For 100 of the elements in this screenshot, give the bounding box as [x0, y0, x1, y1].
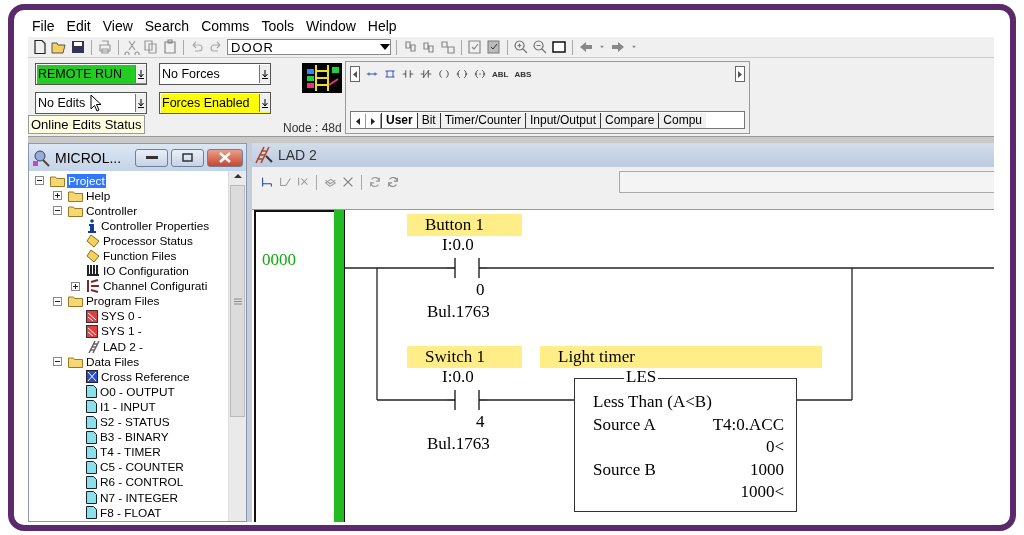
address-label: I:0.0	[442, 235, 474, 255]
bit-label: 4	[476, 412, 485, 432]
back-arrow-icon[interactable]	[578, 39, 594, 55]
address-field[interactable]	[619, 171, 994, 193]
forward-arrow-icon[interactable]	[610, 39, 626, 55]
tree-item[interactable]: R6 - CONTROL	[99, 475, 185, 490]
save-icon[interactable]	[70, 39, 86, 55]
tree-item[interactable]: N7 - INTEGER	[99, 490, 179, 505]
expand-icon[interactable]	[71, 281, 80, 291]
instruction-button[interactable]: ABS	[514, 69, 532, 79]
file-icon	[86, 506, 97, 520]
file-icon	[86, 445, 97, 459]
zoom-in-icon[interactable]	[513, 39, 529, 55]
tree-item[interactable]: Project	[67, 173, 106, 188]
contact-icon[interactable]	[402, 68, 414, 80]
verify-file-icon[interactable]	[467, 39, 483, 55]
palette-tab[interactable]: Bit	[416, 113, 440, 128]
menu-item[interactable]: Edit	[66, 18, 91, 34]
tree-item[interactable]: F8 - FLOAT	[99, 505, 163, 520]
tree-item[interactable]: LAD 2 -	[102, 339, 144, 354]
tree-item[interactable]: SYS 1 -	[100, 324, 143, 339]
unlatch-coil-icon[interactable]	[474, 68, 486, 80]
scroll-left-button[interactable]	[350, 66, 360, 82]
dropdown-arrow-icon[interactable]	[137, 98, 145, 108]
tree-item[interactable]: T4 - TIMER	[99, 445, 162, 460]
scrollbar[interactable]	[228, 171, 246, 521]
zoom-out-icon[interactable]	[532, 39, 548, 55]
coil-icon[interactable]	[438, 68, 450, 80]
folder-icon	[50, 174, 65, 187]
palette-tab[interactable]: Compare	[600, 113, 659, 128]
tree-item[interactable]: Processor Status	[102, 233, 194, 248]
latch-coil-icon[interactable]	[456, 68, 468, 80]
closed-contact-icon[interactable]	[420, 68, 432, 80]
project-combo-box[interactable]: DOOR	[227, 39, 391, 55]
tree-item[interactable]: IO Configuration	[102, 264, 190, 279]
collapse-icon[interactable]	[53, 296, 62, 306]
dropdown-arrow-icon	[380, 44, 390, 50]
collapse-icon[interactable]	[53, 206, 62, 216]
tree-item[interactable]: Channel Configurati	[102, 279, 209, 294]
folder-icon	[68, 295, 83, 308]
collapse-icon[interactable]	[53, 357, 62, 367]
menu-item[interactable]: Window	[306, 18, 356, 34]
status-dropdown[interactable]: No Edits	[35, 92, 147, 114]
tree-item[interactable]: Function Files	[102, 249, 178, 263]
close-icon	[219, 152, 231, 163]
tooltip: Online Edits Status	[28, 115, 145, 134]
tree-item[interactable]: Data Files	[85, 354, 141, 369]
menu-item[interactable]: Help	[367, 18, 397, 34]
menu-item[interactable]: View	[102, 18, 133, 34]
maximize-button[interactable]	[171, 148, 204, 167]
collapse-icon[interactable]	[35, 176, 44, 186]
ladder-file-icon	[254, 146, 274, 164]
right-arrow-icon	[371, 117, 375, 125]
tree-item[interactable]: Program Files	[85, 294, 161, 309]
palette-tab[interactable]: Compu	[658, 113, 707, 128]
palette-tab[interactable]: Timer/Counter	[439, 113, 525, 128]
tree-item[interactable]: B3 - BINARY	[99, 430, 170, 445]
parameter-label: Source A	[593, 414, 656, 435]
up-arrow-icon[interactable]	[233, 171, 242, 181]
minimize-button[interactable]	[135, 148, 168, 167]
refresh-all-icon[interactable]	[386, 175, 400, 189]
dropdown-arrow-icon[interactable]	[261, 98, 269, 108]
tree-item[interactable]: Controller Properties	[100, 218, 211, 233]
status-dropdown[interactable]: REMOTE RUN	[35, 63, 147, 85]
tree-item[interactable]: Help	[85, 188, 112, 203]
status-dropdown[interactable]: No Forces	[159, 63, 271, 85]
dropdown-arrow-icon[interactable]	[261, 69, 269, 79]
file-icon	[86, 400, 97, 414]
expand-icon[interactable]	[53, 191, 62, 201]
status-dropdown[interactable]: Forces Enabled	[159, 92, 271, 114]
close-button[interactable]	[207, 148, 243, 167]
menu-item[interactable]: Comms	[201, 18, 250, 34]
contact-symbol[interactable]	[447, 257, 487, 279]
palette-tab[interactable]: Input/Output	[524, 113, 600, 128]
open-folder-icon[interactable]	[51, 39, 67, 55]
tree-item[interactable]: Controller	[85, 203, 139, 218]
tree-item[interactable]: O0 - OUTPUT	[99, 384, 176, 399]
tree-item[interactable]: S2 - STATUS	[99, 415, 171, 430]
insert-rung-icon[interactable]	[260, 175, 274, 189]
tree-item[interactable]: Cross Reference	[100, 369, 191, 384]
refresh-icon[interactable]	[368, 175, 382, 189]
tag-icon	[86, 249, 100, 263]
instruction-button[interactable]: ABL	[492, 69, 509, 79]
dropdown-arrow-icon[interactable]	[137, 69, 145, 79]
rung-icon[interactable]	[384, 68, 396, 80]
tag-label: Light timer	[540, 346, 822, 368]
contact-symbol[interactable]	[447, 389, 487, 411]
new-file-icon[interactable]	[32, 39, 48, 55]
menu-item[interactable]: Search	[144, 18, 190, 34]
tree-item[interactable]: I1 - INPUT	[99, 399, 157, 414]
tree-item[interactable]: SYS 0 -	[100, 309, 143, 324]
verify-project-icon[interactable]	[486, 39, 502, 55]
tree-item[interactable]: C5 - COUNTER	[99, 460, 185, 475]
window-icon[interactable]	[551, 39, 567, 55]
delete-icon[interactable]	[341, 175, 355, 189]
menu-item[interactable]: Tools	[261, 18, 295, 34]
file-icon	[86, 309, 98, 323]
menu-item[interactable]: File	[32, 18, 55, 34]
paste-icon[interactable]	[162, 39, 178, 55]
scroll-right-button[interactable]	[735, 66, 745, 82]
